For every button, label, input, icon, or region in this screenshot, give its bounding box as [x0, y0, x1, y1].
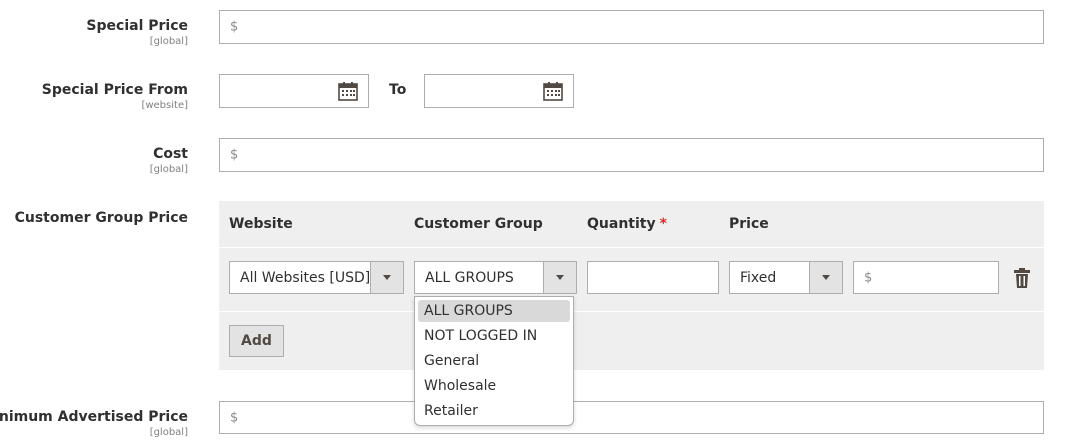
caret-down-icon[interactable] — [809, 262, 842, 293]
customer-group-select-value: ALL GROUPS — [425, 269, 514, 286]
currency-prefix: $ — [864, 270, 873, 285]
caret-down-icon[interactable] — [370, 262, 403, 293]
caret-down-icon[interactable] — [543, 262, 576, 293]
customer-group-dropdown: ALL GROUPS NOT LOGGED IN General Wholesa… — [414, 296, 574, 426]
special-price-from-scope: [website] — [141, 100, 188, 111]
add-button[interactable]: Add — [229, 325, 284, 357]
special-price-input[interactable]: $ — [219, 10, 1044, 44]
option-retailer[interactable]: Retailer — [418, 400, 570, 422]
customer-group-header: Customer Group — [414, 216, 543, 232]
required-mark: * — [659, 216, 667, 232]
to-label: To — [389, 82, 407, 98]
min-advertised-price-label: Minimum Advertised Price — [0, 409, 188, 425]
customer-group-price-grid: Website Customer Group Quantity * Price A… — [219, 201, 1044, 370]
min-advertised-price-input[interactable]: $ — [219, 401, 1044, 434]
cost-input[interactable]: $ — [219, 138, 1044, 172]
option-general[interactable]: General — [418, 350, 570, 372]
row-divider — [219, 247, 1044, 248]
customer-group-select[interactable]: ALL GROUPS — [414, 261, 577, 294]
currency-prefix: $ — [230, 147, 239, 163]
price-type-select-value: Fixed — [740, 269, 777, 286]
calendar-icon[interactable] — [338, 81, 358, 101]
special-price-scope: [global] — [149, 36, 188, 47]
trash-icon[interactable] — [1014, 268, 1030, 288]
customer-group-price-label: Customer Group Price — [14, 210, 188, 226]
calendar-icon[interactable] — [543, 81, 563, 101]
group-price-input[interactable]: $ — [853, 261, 999, 294]
option-all-groups[interactable]: ALL GROUPS — [418, 300, 570, 322]
website-select[interactable]: All Websites [USD] — [229, 261, 404, 294]
option-not-logged-in[interactable]: NOT LOGGED IN — [418, 325, 570, 347]
special-price-from-input[interactable] — [219, 74, 369, 108]
price-type-select[interactable]: Fixed — [729, 261, 843, 294]
cost-label: Cost — [153, 146, 188, 162]
special-price-from-label: Special Price From — [41, 82, 188, 98]
special-price-to-input[interactable] — [424, 74, 574, 108]
currency-prefix: $ — [230, 410, 239, 425]
cost-scope: [global] — [149, 164, 188, 175]
quantity-input[interactable] — [587, 261, 719, 294]
currency-prefix: $ — [230, 19, 239, 35]
quantity-header: Quantity * — [587, 216, 667, 232]
min-advertised-price-scope: [global] — [149, 427, 188, 438]
row-divider — [219, 311, 1044, 312]
price-header: Price — [729, 216, 769, 232]
special-price-label: Special Price — [86, 18, 188, 34]
website-select-value: All Websites [USD] — [240, 269, 371, 286]
option-wholesale[interactable]: Wholesale — [418, 375, 570, 397]
website-header: Website — [229, 216, 293, 232]
